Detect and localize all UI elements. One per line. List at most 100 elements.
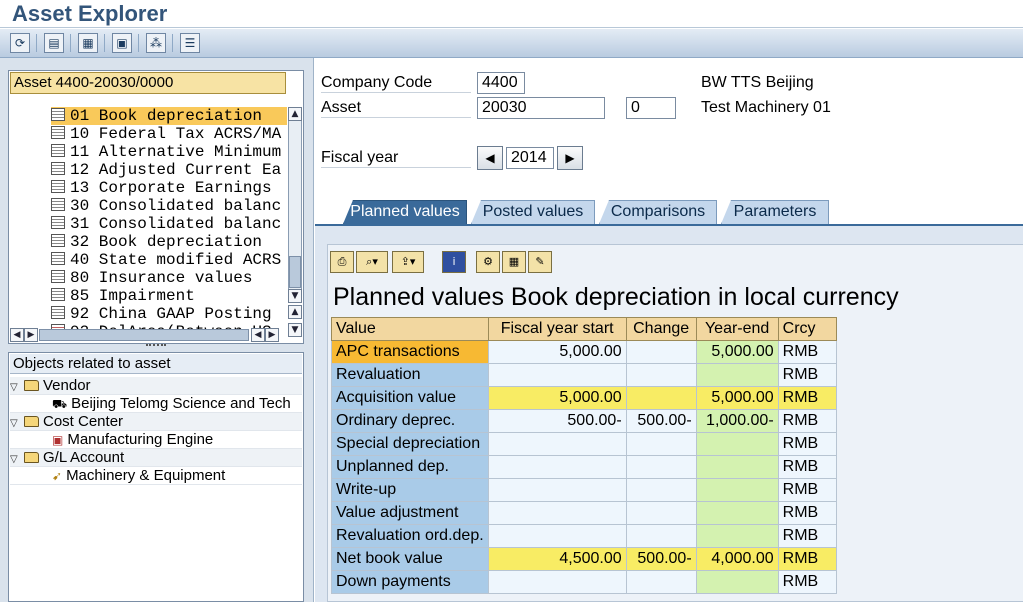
table-row[interactable]: Ordinary deprec. 500.00- 500.00- 1,000.0… — [331, 409, 837, 433]
fiscal-year-start-cell — [487, 570, 627, 594]
settings-icon[interactable]: ⚙ — [476, 251, 500, 273]
depreciation-area-icon — [51, 306, 65, 319]
scroll-down-icon[interactable]: ▼ — [288, 323, 302, 337]
scroll-left-icon[interactable]: ◀ — [251, 328, 265, 342]
related-item-vendor[interactable]: ⛟ Beijing Telomg Science and Tech — [10, 395, 302, 413]
year-end-cell: 1,000.00- — [695, 409, 779, 433]
tree-item-area-12[interactable]: 12 Adjusted Current Ea — [51, 161, 287, 179]
column-header[interactable]: Change — [625, 317, 697, 341]
tree-item-area-13[interactable]: 13 Corporate Earnings — [51, 179, 287, 197]
fiscal-year-field[interactable]: 2014 — [506, 147, 554, 169]
legend-icon[interactable]: ✎ — [528, 251, 552, 273]
row-label[interactable]: Write-up — [331, 478, 489, 502]
table-row[interactable]: Revaluation RMB — [331, 363, 837, 387]
folder-icon — [24, 380, 39, 391]
print-icon[interactable]: ⎙ — [330, 251, 354, 273]
scroll-down-icon[interactable]: ▼ — [288, 289, 302, 303]
change-cell — [625, 570, 697, 594]
tree-item-area-92[interactable]: 92 China GAAP Posting — [51, 305, 287, 323]
tree-header[interactable]: Asset 4400-20030/0000 — [10, 72, 286, 94]
depreciation-area-icon — [51, 198, 65, 211]
column-header[interactable]: Crcy — [777, 317, 837, 341]
table-row[interactable]: Net book value 4,500.00 500.00- 4,000.00… — [331, 547, 837, 571]
table-row[interactable]: Down payments RMB — [331, 570, 837, 594]
table-row[interactable]: APC transactions 5,000.00 5,000.00 RMB — [331, 340, 837, 364]
tree-item-area-40[interactable]: 40 State modified ACRS — [51, 251, 287, 269]
structure-icon[interactable]: ⁂ — [146, 33, 166, 53]
tab-parameters[interactable]: Parameters — [721, 200, 829, 224]
related-item-cost-center[interactable]: ▣ Manufacturing Engine — [10, 431, 302, 449]
navigation-panel: Asset 4400-20030/0000 01 Book depreciati… — [0, 58, 314, 602]
display-icon[interactable]: ▣ — [112, 33, 132, 53]
related-item-gl-account[interactable]: ➹ Machinery & Equipment — [10, 467, 302, 485]
row-label[interactable]: Revaluation ord.dep. — [331, 524, 489, 548]
year-end-cell — [695, 455, 779, 479]
depreciation-area-icon — [51, 270, 65, 283]
tab-planned-values[interactable]: Planned values — [343, 200, 467, 224]
asset-number-field[interactable]: 20030 — [477, 97, 605, 119]
table-row[interactable]: Revaluation ord.dep. RMB — [331, 524, 837, 548]
asset-subnumber-field[interactable]: 0 — [626, 97, 676, 119]
related-group-cost-center[interactable]: ▽ Cost Center — [10, 413, 302, 431]
splitter-handle[interactable] — [146, 344, 166, 350]
toolbar-separator — [70, 34, 71, 52]
row-label[interactable]: Acquisition value — [331, 386, 489, 410]
next-year-button[interactable]: ▶ — [557, 146, 583, 170]
row-label[interactable]: Down payments — [331, 570, 489, 594]
column-header[interactable]: Fiscal year start — [487, 317, 627, 341]
export-icon[interactable]: ⇪▾ — [392, 251, 424, 273]
folder-icon — [24, 452, 39, 463]
table-row[interactable]: Write-up RMB — [331, 478, 837, 502]
row-label[interactable]: Net book value — [331, 547, 489, 571]
column-header[interactable]: Year-end — [695, 317, 779, 341]
depreciation-area-icon — [51, 288, 65, 301]
table-row[interactable]: Value adjustment RMB — [331, 501, 837, 525]
tree-item-area-31[interactable]: 31 Consolidated balanc — [51, 215, 287, 233]
row-label[interactable]: Unplanned dep. — [331, 455, 489, 479]
info-icon[interactable]: i — [442, 251, 466, 273]
tree-item-area-85[interactable]: 85 Impairment — [51, 287, 287, 305]
scroll-up-icon[interactable]: ▲ — [288, 107, 302, 121]
horizontal-scroll-thumb[interactable] — [39, 329, 249, 341]
scroll-left-icon[interactable]: ◀ — [10, 328, 24, 342]
column-header[interactable]: Value — [331, 317, 489, 341]
tree-item-area-01[interactable]: 01 Book depreciation — [51, 107, 287, 125]
table-row[interactable]: Unplanned dep. RMB — [331, 455, 837, 479]
table-row[interactable]: Special depreciation RMB — [331, 432, 837, 456]
scroll-thumb[interactable] — [289, 256, 301, 288]
row-label[interactable]: Value adjustment — [331, 501, 489, 525]
refresh-icon[interactable]: ⟳ — [10, 33, 30, 53]
depreciation-area-icon — [51, 144, 65, 157]
table-row[interactable]: Acquisition value 5,000.00 5,000.00 RMB — [331, 386, 837, 410]
find-icon[interactable]: ⌕▾ — [356, 251, 388, 273]
tree-vertical-scrollbar[interactable]: ▲ ▼ — [288, 107, 302, 303]
calculator-icon[interactable]: ▦ — [502, 251, 526, 273]
layout-icon[interactable]: ▤ — [44, 33, 64, 53]
scroll-up-icon[interactable]: ▲ — [288, 305, 302, 319]
related-group-vendor[interactable]: ▽ Vendor — [10, 377, 302, 395]
row-label[interactable]: Special depreciation — [331, 432, 489, 456]
expand-caret-icon[interactable]: ▽ — [10, 451, 24, 466]
list-icon[interactable]: ☰ — [180, 33, 200, 53]
tree-item-area-11[interactable]: 11 Alternative Minimum — [51, 143, 287, 161]
asset-label: Asset — [321, 99, 471, 118]
tree-item-area-30[interactable]: 30 Consolidated balanc — [51, 197, 287, 215]
tab-comparisons[interactable]: Comparisons — [599, 200, 717, 224]
row-label[interactable]: Ordinary deprec. — [331, 409, 489, 433]
company-code-field[interactable]: 4400 — [477, 72, 525, 94]
row-label[interactable]: Revaluation — [331, 363, 489, 387]
tree-item-area-80[interactable]: 80 Insurance values — [51, 269, 287, 287]
depreciation-area-tree: Asset 4400-20030/0000 01 Book depreciati… — [8, 70, 304, 344]
previous-year-button[interactable]: ◀ — [477, 146, 503, 170]
change-cell — [625, 432, 697, 456]
scroll-right-icon[interactable]: ▶ — [265, 328, 279, 342]
tree-item-area-10[interactable]: 10 Federal Tax ACRS/MA — [51, 125, 287, 143]
tab-posted-values[interactable]: Posted values — [471, 200, 595, 224]
delete-icon[interactable]: ▦ — [78, 33, 98, 53]
expand-caret-icon[interactable]: ▽ — [10, 415, 24, 430]
related-group-gl-account[interactable]: ▽ G/L Account — [10, 449, 302, 467]
row-label[interactable]: APC transactions — [331, 340, 489, 364]
expand-caret-icon[interactable]: ▽ — [10, 379, 24, 394]
scroll-right-icon[interactable]: ▶ — [24, 328, 38, 342]
tree-item-area-32[interactable]: 32 Book depreciation — [51, 233, 287, 251]
